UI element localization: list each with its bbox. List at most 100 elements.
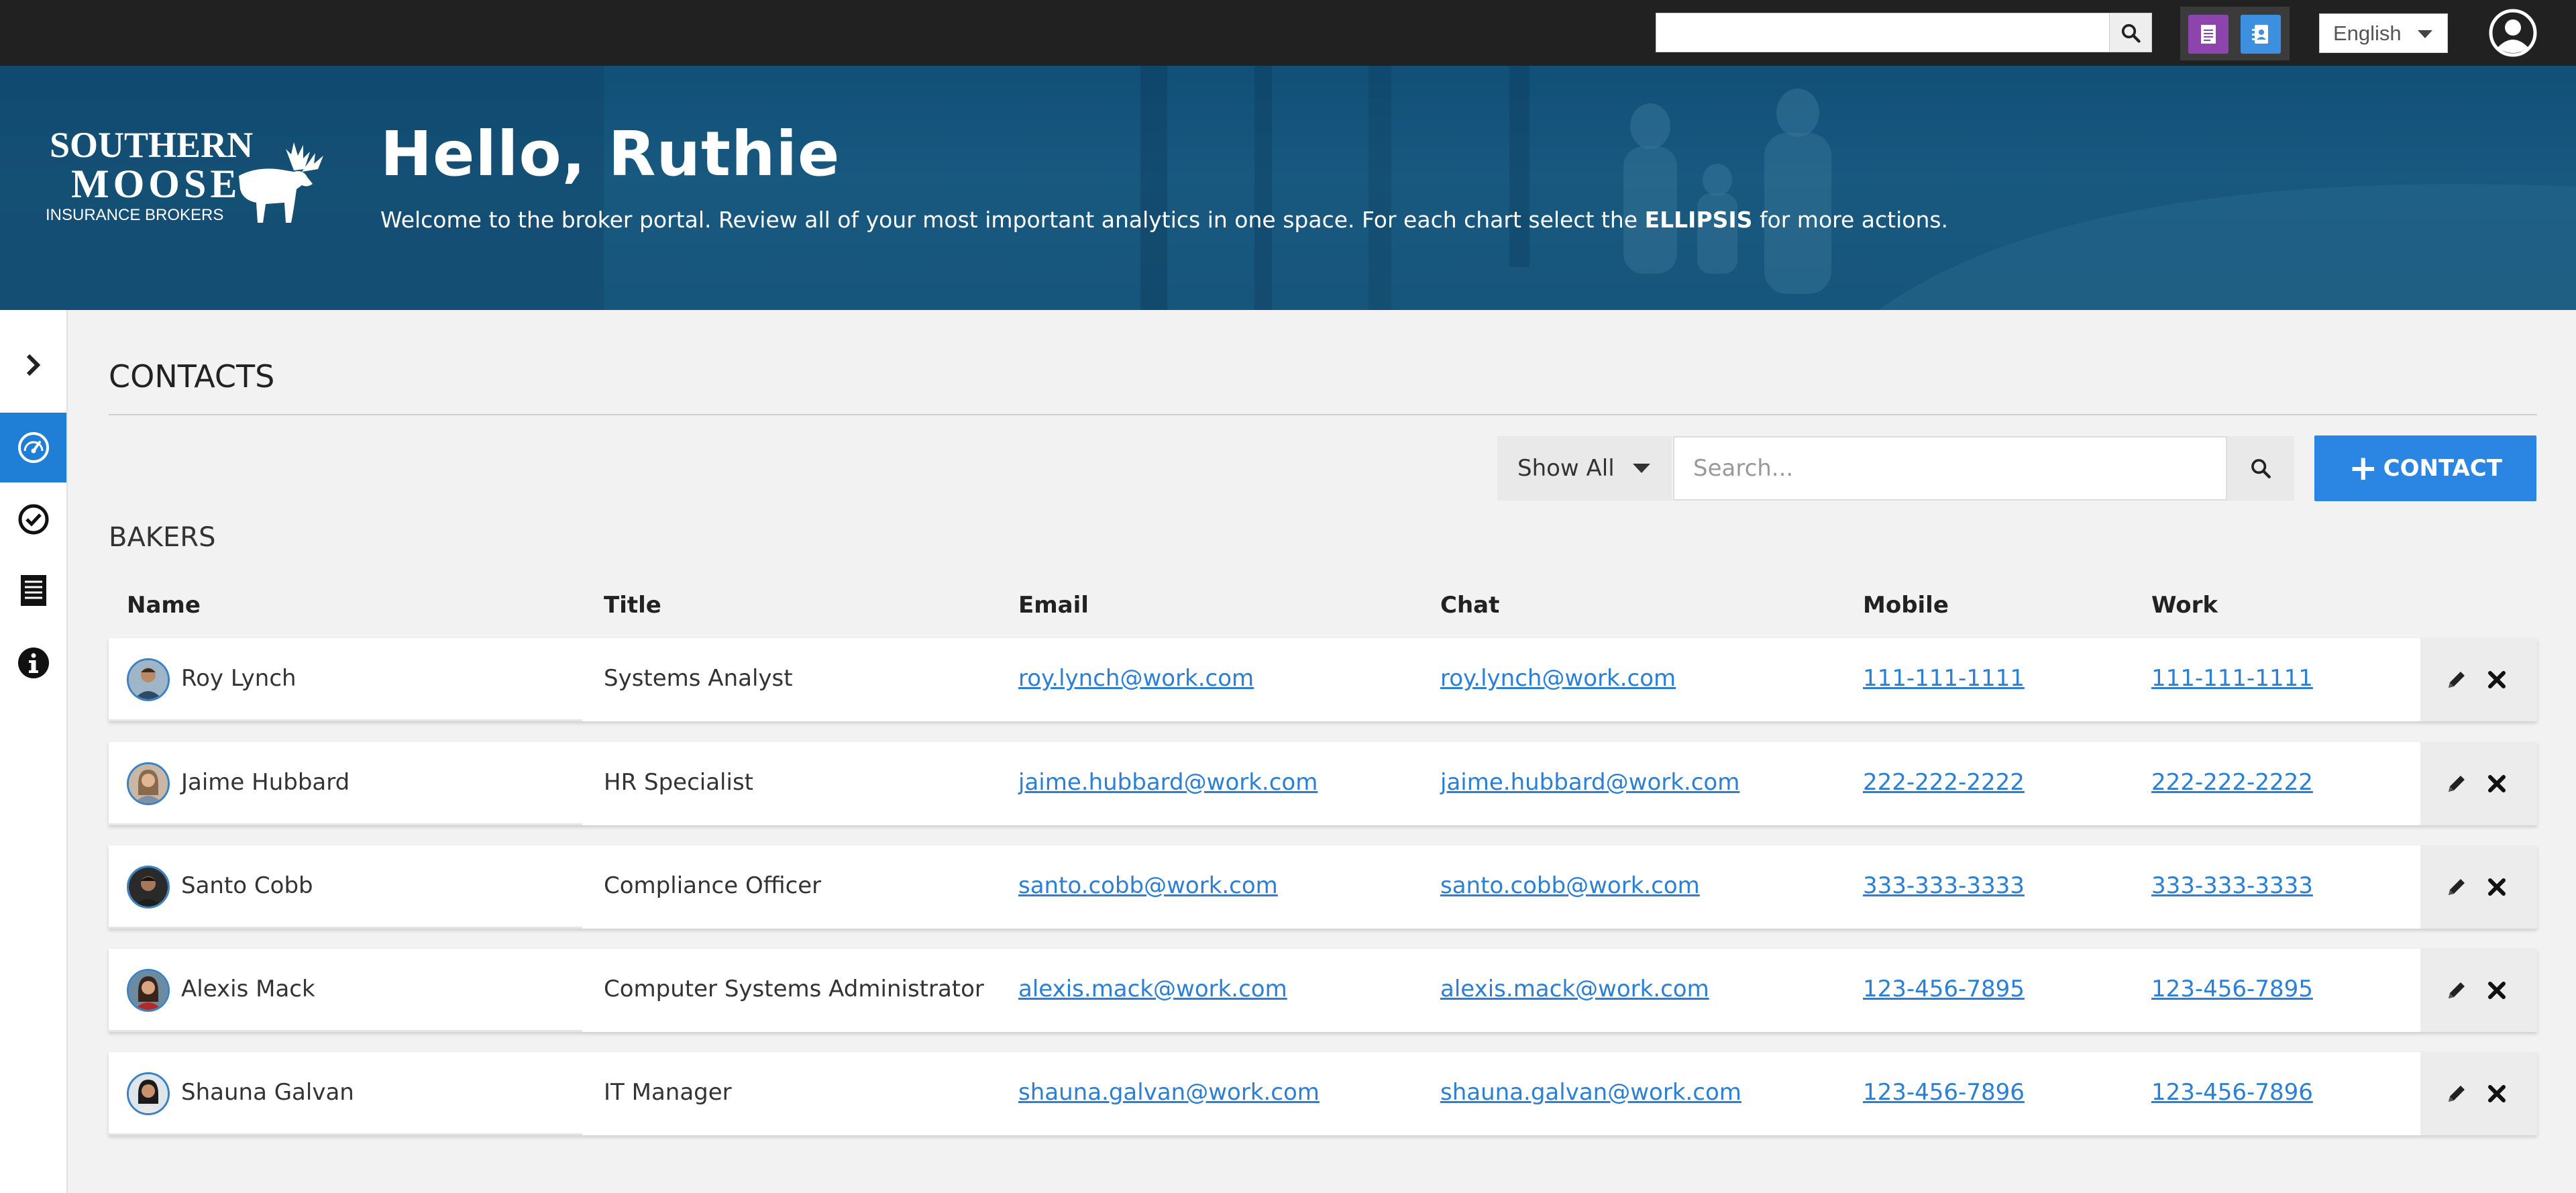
- column-header-name: Name: [127, 592, 201, 619]
- chevron-right-icon: [26, 354, 40, 376]
- svg-text:SOUTHERN: SOUTHERN: [50, 125, 253, 165]
- edit-button[interactable]: [2442, 769, 2471, 798]
- welcome-emphasis: ELLIPSIS: [1644, 207, 1753, 233]
- contact-mobile-link[interactable]: 111-111-1111: [1863, 665, 2025, 692]
- table-row: Roy Lynch Systems Analyst roy.lynch@work…: [109, 638, 2537, 721]
- contact-work-link[interactable]: 123-456-7895: [2151, 976, 2313, 1002]
- table-row: Santo Cobb Compliance Officer santo.cobb…: [109, 845, 2537, 929]
- language-select[interactable]: English: [2319, 13, 2448, 53]
- sidebar-item-documents[interactable]: [0, 556, 66, 625]
- contact-name: Santo Cobb: [181, 872, 313, 899]
- welcome-text: Welcome to the broker portal. Review all…: [380, 207, 1645, 233]
- pencil-icon: [2449, 672, 2465, 688]
- contact-title: Computer Systems Administrator: [604, 976, 984, 1002]
- contact-chat-link[interactable]: shauna.galvan@work.com: [1440, 1079, 1741, 1106]
- contact-card-icon: [2252, 25, 2268, 44]
- edit-button[interactable]: [2442, 872, 2471, 902]
- documents-button[interactable]: [2188, 15, 2229, 54]
- avatar: [127, 762, 170, 805]
- contact-title: HR Specialist: [604, 769, 753, 796]
- company-logo: SOUTHERN MOOSE INSURANCE BROKERS: [44, 122, 326, 297]
- top-bar: English: [0, 0, 2576, 66]
- contact-mobile-link[interactable]: 123-456-7895: [1863, 976, 2025, 1002]
- svg-text:INSURANCE BROKERS: INSURANCE BROKERS: [46, 206, 223, 224]
- global-search-input[interactable]: [1656, 13, 2110, 52]
- contact-work-link[interactable]: 222-222-2222: [2151, 769, 2313, 796]
- table-row: Shauna Galvan IT Manager shauna.galvan@w…: [109, 1052, 2537, 1135]
- plus-icon: +: [2349, 448, 2378, 488]
- info-icon: [17, 647, 49, 678]
- welcome-message: Welcome to the broker portal. Review all…: [380, 207, 1948, 233]
- title-divider: [109, 414, 2537, 415]
- filter-value: Show All: [1517, 455, 1615, 482]
- sidebar-item-info[interactable]: [0, 628, 66, 698]
- close-icon: [2488, 775, 2506, 792]
- column-header-mobile: Mobile: [1863, 592, 1949, 619]
- edit-button[interactable]: [2442, 976, 2471, 1005]
- delete-button[interactable]: [2482, 1079, 2512, 1108]
- row-actions: [2420, 742, 2537, 825]
- close-icon: [2488, 671, 2506, 688]
- global-search: [1656, 13, 2152, 52]
- contact-work-link[interactable]: 111-111-1111: [2151, 665, 2313, 692]
- greeting-heading: Hello, Ruthie: [380, 118, 841, 190]
- pencil-icon: [2449, 879, 2465, 895]
- document-icon: [2201, 25, 2216, 44]
- row-divider: [109, 1133, 582, 1135]
- row-actions: [2420, 949, 2537, 1032]
- table-row: Jaime Hubbard HR Specialist jaime.hubbar…: [109, 742, 2537, 825]
- contact-search-button[interactable]: [2227, 436, 2294, 501]
- avatar: [127, 658, 170, 701]
- edit-button[interactable]: [2442, 665, 2471, 694]
- delete-button[interactable]: [2482, 872, 2512, 902]
- contact-email-link[interactable]: shauna.galvan@work.com: [1018, 1079, 1320, 1106]
- sidebar-expand-button[interactable]: [0, 330, 66, 400]
- contact-title: Systems Analyst: [604, 665, 793, 692]
- contact-chat-link[interactable]: santo.cobb@work.com: [1440, 872, 1700, 899]
- contact-title: Compliance Officer: [604, 872, 822, 899]
- contact-email-link[interactable]: alexis.mack@work.com: [1018, 976, 1287, 1002]
- delete-button[interactable]: [2482, 976, 2512, 1005]
- contact-work-link[interactable]: 123-456-7896: [2151, 1079, 2313, 1106]
- caret-down-icon: [1633, 464, 1650, 473]
- contact-name: Jaime Hubbard: [181, 769, 350, 796]
- pencil-icon: [2449, 1086, 2465, 1102]
- edit-button[interactable]: [2442, 1079, 2471, 1108]
- avatar: [127, 1072, 170, 1115]
- sidebar-item-dashboard[interactable]: [0, 413, 66, 482]
- contact-name: Alexis Mack: [181, 976, 315, 1002]
- dashboard-icon: [17, 432, 49, 463]
- column-header-chat: Chat: [1440, 592, 1500, 619]
- row-divider: [109, 1030, 582, 1032]
- contact-mobile-link[interactable]: 333-333-3333: [1863, 872, 2025, 899]
- user-profile-icon[interactable]: [2489, 9, 2537, 57]
- contact-mobile-link[interactable]: 222-222-2222: [1863, 769, 2025, 796]
- contact-email-link[interactable]: roy.lynch@work.com: [1018, 665, 1254, 692]
- contact-name: Shauna Galvan: [181, 1079, 354, 1106]
- contact-mobile-link[interactable]: 123-456-7896: [1863, 1079, 2025, 1106]
- pencil-icon: [2449, 776, 2465, 792]
- delete-button[interactable]: [2482, 665, 2512, 694]
- sidebar: [0, 310, 68, 1193]
- contact-chat-link[interactable]: jaime.hubbard@work.com: [1440, 769, 1739, 796]
- delete-button[interactable]: [2482, 769, 2512, 798]
- contact-email-link[interactable]: santo.cobb@work.com: [1018, 872, 1278, 899]
- search-icon: [2121, 23, 2141, 43]
- add-contact-label: CONTACT: [2383, 455, 2502, 482]
- column-header-title: Title: [604, 592, 661, 619]
- sidebar-item-tasks[interactable]: [0, 484, 66, 554]
- welcome-text-end: for more actions.: [1752, 207, 1949, 233]
- contact-chat-link[interactable]: roy.lynch@work.com: [1440, 665, 1676, 692]
- chevron-down-icon: [2418, 30, 2432, 38]
- column-header-work: Work: [2151, 592, 2218, 619]
- contacts-button[interactable]: [2241, 15, 2281, 54]
- svg-text:MOOSE: MOOSE: [71, 162, 241, 206]
- search-icon: [2251, 459, 2271, 478]
- contact-search-input[interactable]: [1674, 437, 2226, 499]
- contact-chat-link[interactable]: alexis.mack@work.com: [1440, 976, 1709, 1002]
- contact-email-link[interactable]: jaime.hubbard@work.com: [1018, 769, 1318, 796]
- global-search-button[interactable]: [2109, 13, 2151, 52]
- add-contact-button[interactable]: + CONTACT: [2314, 435, 2536, 501]
- row-actions: [2420, 1052, 2537, 1135]
- contact-work-link[interactable]: 333-333-3333: [2151, 872, 2313, 899]
